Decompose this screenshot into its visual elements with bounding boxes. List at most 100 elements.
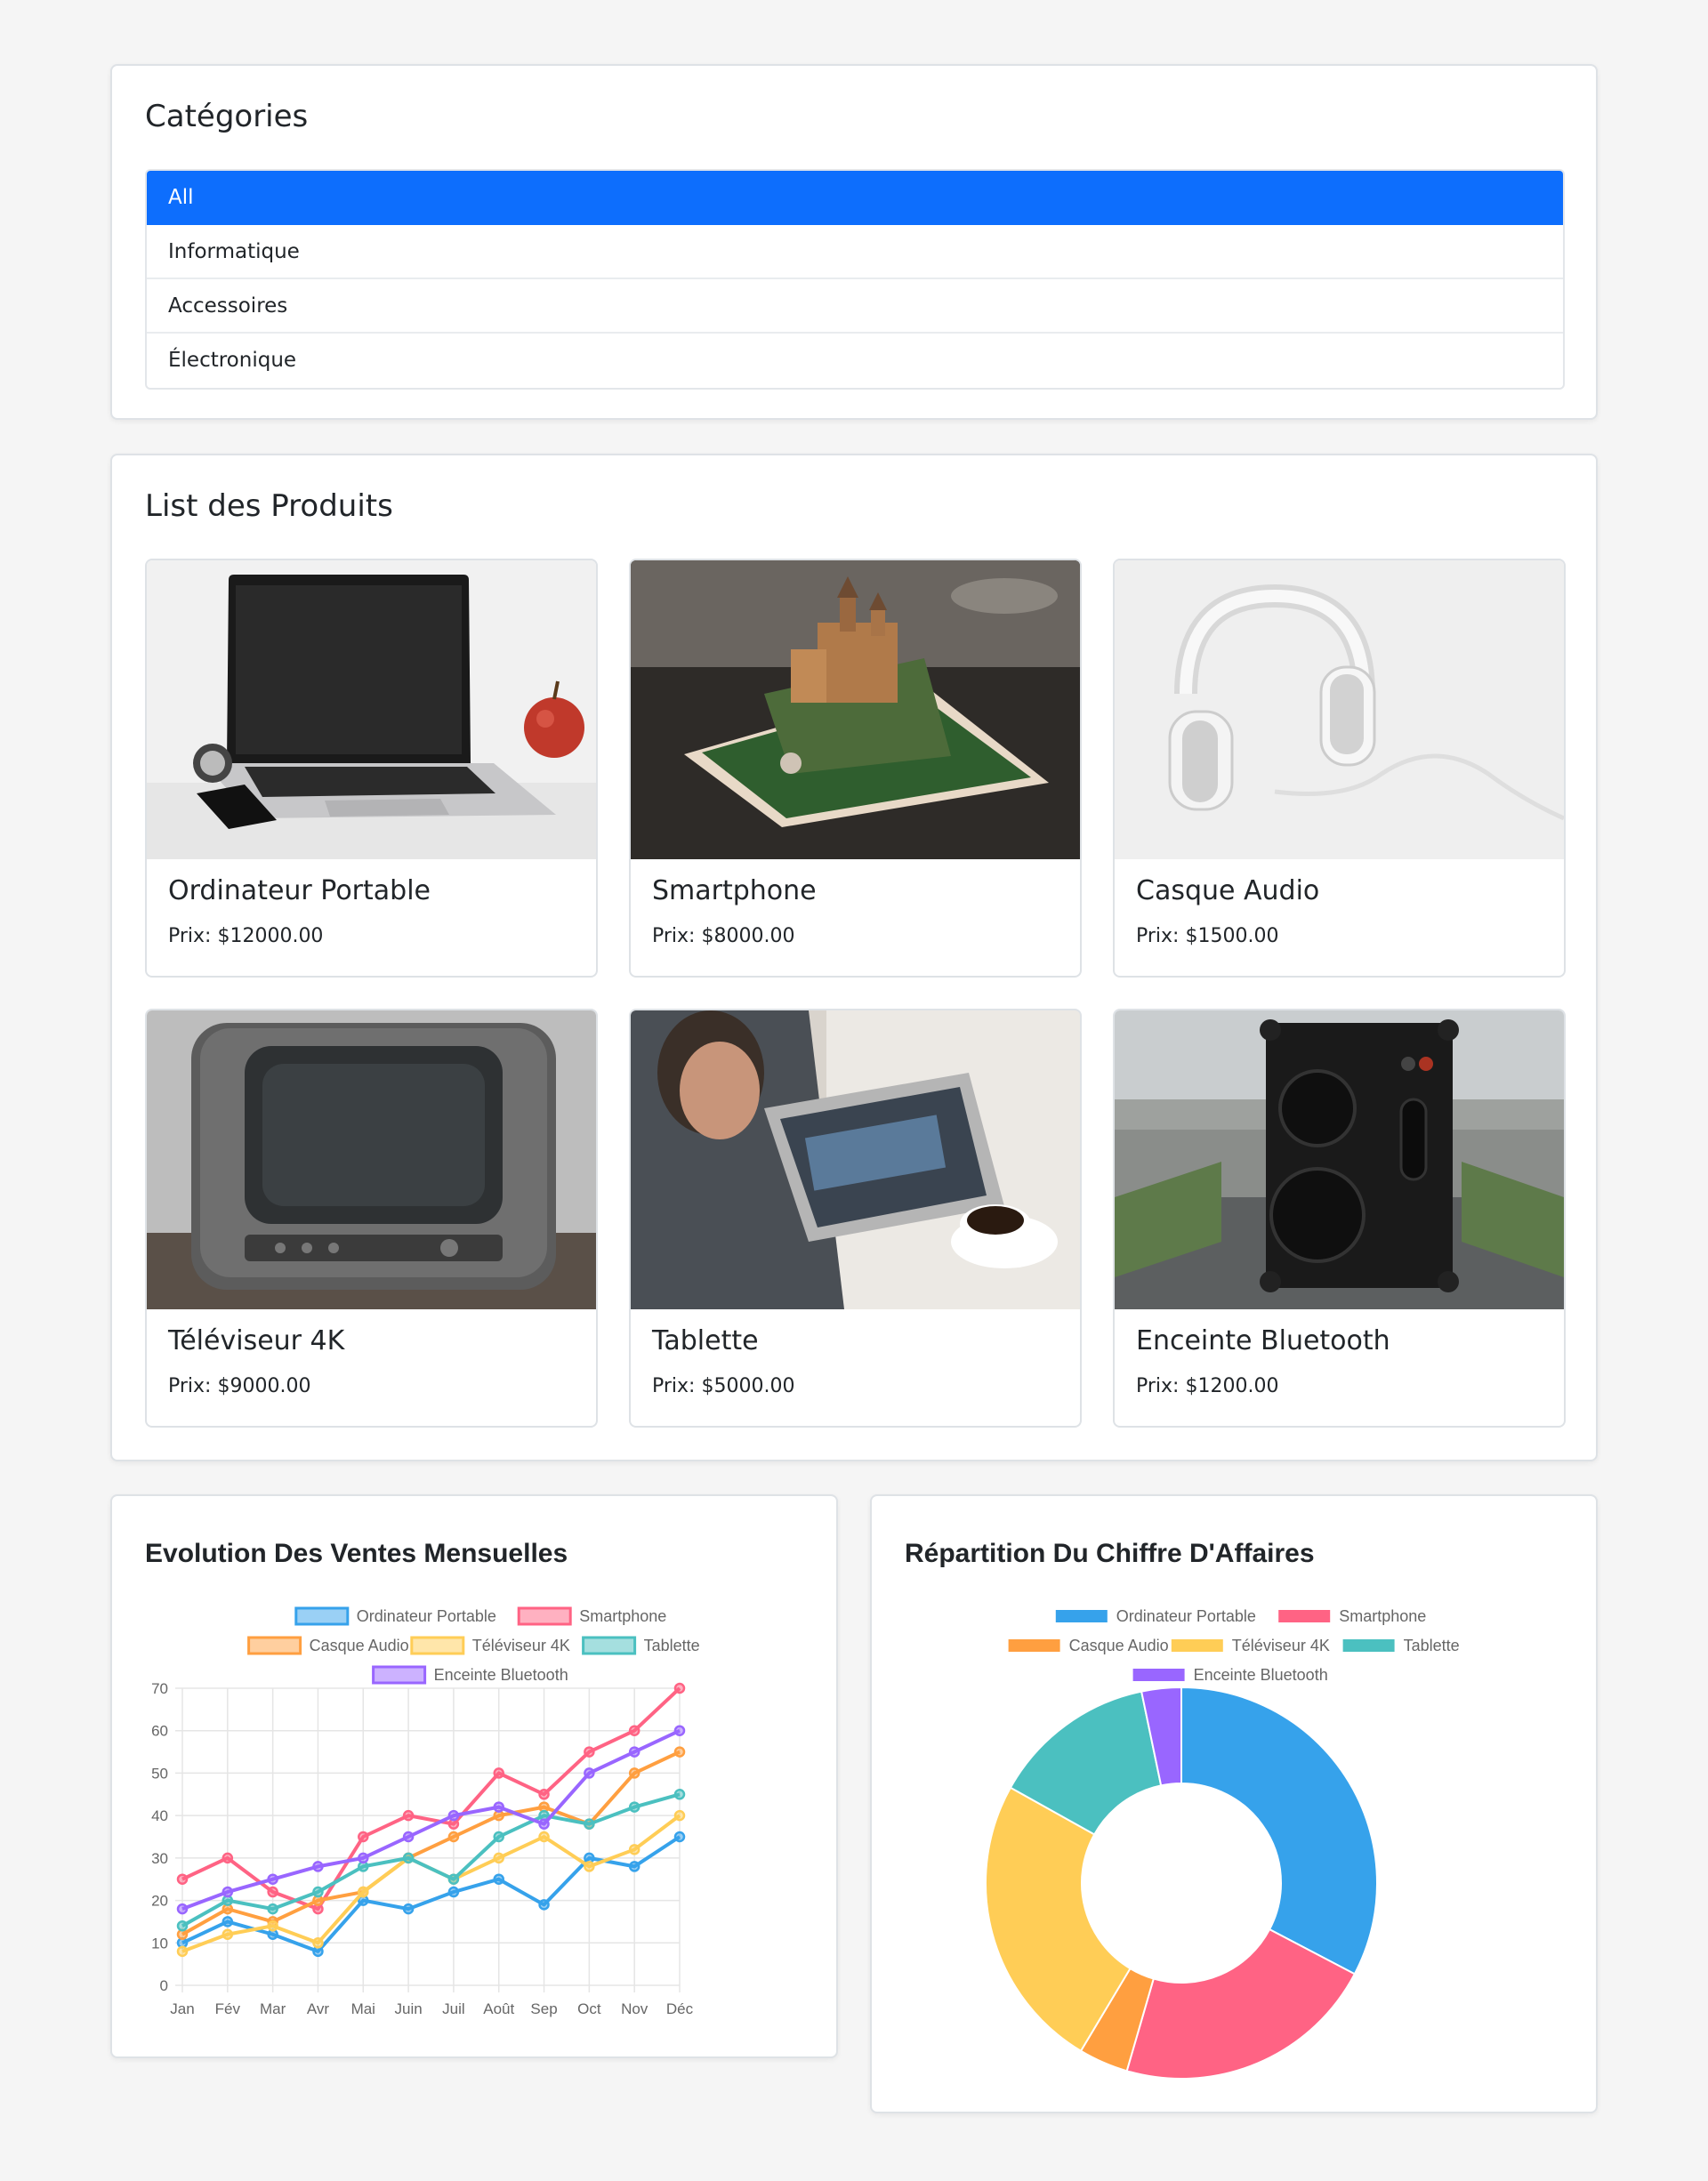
data-point[interactable] [267,1873,278,1885]
product-card[interactable]: Ordinateur Portable Prix: $12000.00 [145,559,598,978]
data-point[interactable] [222,1928,234,1940]
legend-item[interactable]: Tablette [1342,1637,1460,1654]
data-point[interactable] [176,1945,189,1958]
data-point[interactable] [176,1903,189,1915]
data-point[interactable] [584,1767,595,1779]
product-card[interactable]: Casque Audio Prix: $1500.00 [1113,559,1566,978]
data-point[interactable] [402,1852,415,1864]
data-point[interactable] [267,1903,278,1915]
data-point[interactable] [267,1886,278,1898]
data-point[interactable] [402,1903,415,1915]
data-point[interactable] [673,1682,686,1694]
legend-swatch [372,1665,427,1685]
data-point[interactable] [493,1873,504,1885]
data-point[interactable] [493,1852,504,1864]
data-point[interactable] [447,1873,460,1885]
data-point[interactable] [447,1831,460,1843]
y-tick-label: 50 [151,1765,168,1782]
y-tick-label: 60 [151,1723,168,1740]
data-point[interactable] [584,1861,595,1872]
legend-item[interactable]: Casque Audio [247,1636,409,1655]
data-point[interactable] [584,1818,595,1830]
category-item[interactable]: Accessoires [147,279,1563,334]
data-point[interactable] [222,1852,234,1864]
products-card: List des Produits Ordinateur Portable Pri… [110,454,1598,1461]
category-item[interactable]: Électronique [147,334,1563,388]
data-point[interactable] [538,1899,550,1911]
data-point[interactable] [673,1725,686,1736]
data-point[interactable] [673,1809,686,1822]
donut-slice[interactable] [1180,1686,1378,1976]
data-point[interactable] [358,1852,369,1864]
data-point[interactable] [222,1916,234,1927]
data-point[interactable] [447,1886,460,1898]
legend-swatch [517,1606,572,1626]
legend-label: Enceinte Bluetooth [1194,1666,1328,1684]
legend-item[interactable]: Enceinte Bluetooth [1132,1666,1328,1684]
smartphone-image [631,560,1080,859]
series-line [176,1831,686,1958]
legend-item[interactable]: Smartphone [517,1606,666,1626]
legend-swatch [1171,1639,1223,1652]
data-point[interactable] [447,1809,460,1822]
data-point[interactable] [538,1789,550,1800]
data-point[interactable] [628,1725,640,1736]
legend-swatch [1055,1610,1108,1622]
product-card[interactable]: Téléviseur 4K Prix: $9000.00 [145,1009,598,1428]
data-point[interactable] [312,1886,324,1898]
data-point[interactable] [628,1801,640,1813]
sales-line-chart: Ordinateur Portable Smartphone Casque Audi… [151,1606,700,2017]
legend-item[interactable]: Tablette [582,1636,700,1655]
data-point[interactable] [312,1937,324,1949]
legend-item[interactable]: Téléviseur 4K [1171,1637,1330,1654]
legend-item[interactable]: Enceinte Bluetooth [372,1665,568,1685]
product-name: Casque Audio [1136,875,1320,906]
series-line [176,1682,686,1915]
data-point[interactable] [402,1809,415,1822]
legend-swatch [1278,1610,1331,1622]
data-point[interactable] [176,1873,189,1885]
category-item[interactable]: All [147,171,1563,225]
y-tick-label: 40 [151,1807,168,1824]
data-point[interactable] [673,1789,686,1800]
legend-item[interactable]: Smartphone [1278,1607,1426,1625]
legend-item[interactable]: Ordinateur Portable [1055,1607,1256,1625]
x-tick-label: Mar [260,2000,286,2017]
data-point[interactable] [673,1746,686,1758]
data-point[interactable] [358,1831,369,1843]
legend-item[interactable]: Ordinateur Portable [294,1606,496,1626]
legend-item[interactable]: Téléviseur 4K [410,1636,570,1655]
data-point[interactable] [358,1886,369,1898]
x-tick-label: Jan [170,2000,194,2017]
data-point[interactable] [584,1746,595,1758]
product-price: Prix: $9000.00 [168,1375,311,1397]
data-point[interactable] [538,1818,550,1830]
legend-label: Smartphone [579,1607,666,1625]
data-point[interactable] [628,1767,640,1779]
data-point[interactable] [267,1919,278,1932]
legend-item[interactable]: Casque Audio [1008,1637,1169,1654]
product-card[interactable]: Enceinte Bluetooth Prix: $1200.00 [1113,1009,1566,1428]
sales-chart-card: Evolution Des Ventes Mensuelles Ordinate… [110,1494,838,2058]
product-name: Smartphone [652,875,817,906]
data-point[interactable] [673,1831,686,1843]
data-point[interactable] [493,1767,504,1779]
product-card[interactable]: Tablette Prix: $5000.00 [629,1009,1082,1428]
data-point[interactable] [402,1831,415,1843]
product-price: Prix: $8000.00 [652,925,795,947]
data-point[interactable] [176,1919,189,1932]
legend-swatch [1132,1669,1185,1681]
x-tick-label: Juin [394,2000,422,2017]
product-card[interactable]: Smartphone Prix: $8000.00 [629,559,1082,978]
product-price: Prix: $1500.00 [1136,925,1279,947]
data-point[interactable] [493,1801,504,1813]
data-point[interactable] [312,1861,324,1872]
legend-swatch [1342,1639,1395,1652]
data-point[interactable] [628,1746,640,1758]
category-item[interactable]: Informatique [147,225,1563,279]
data-point[interactable] [222,1886,234,1898]
data-point[interactable] [538,1831,550,1843]
data-point[interactable] [628,1861,640,1872]
data-point[interactable] [628,1844,640,1855]
data-point[interactable] [493,1831,504,1843]
